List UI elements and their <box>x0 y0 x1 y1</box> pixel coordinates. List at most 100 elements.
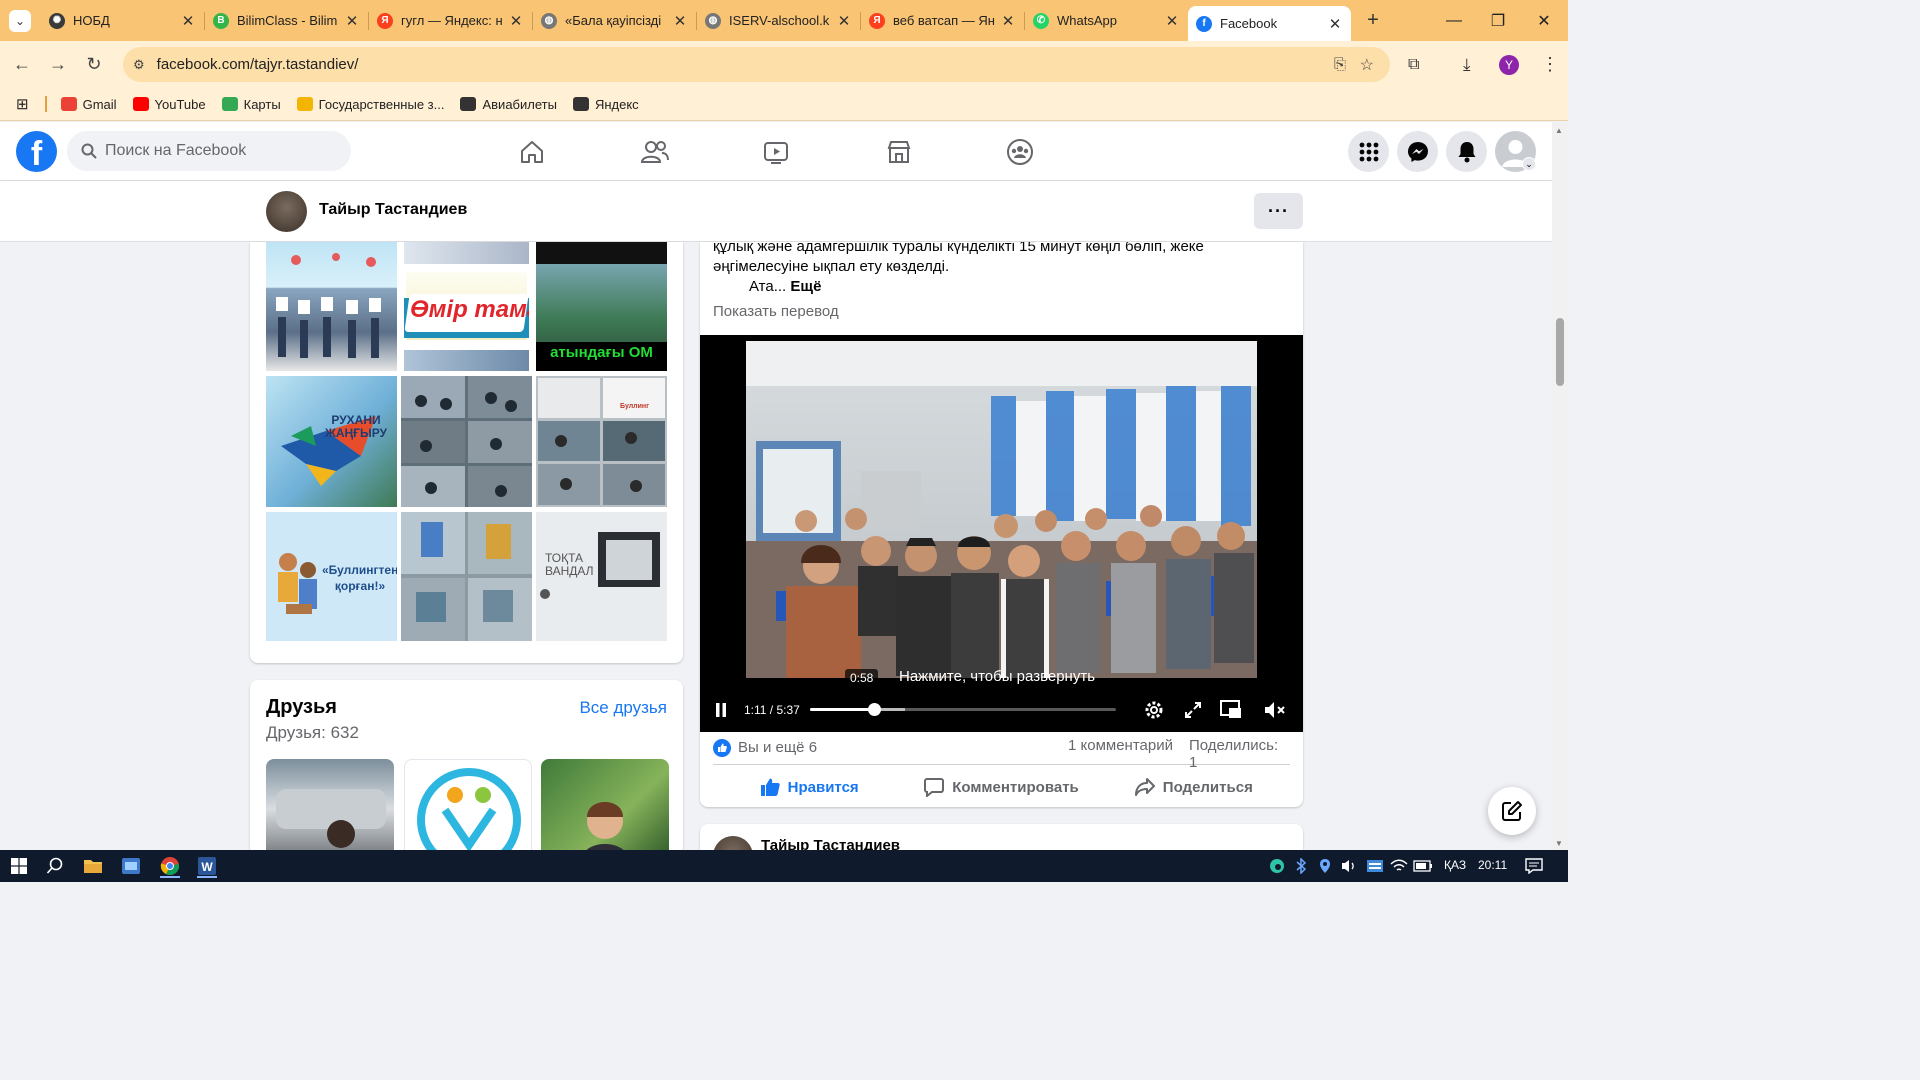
photo-classroom-collage[interactable] <box>401 376 532 507</box>
tab-close-icon[interactable]: ✕ <box>672 12 688 30</box>
word-taskbar-icon[interactable]: W <box>194 854 220 878</box>
profile-avatar[interactable]: Y <box>1499 54 1519 75</box>
extensions-icon[interactable]: ⧉ <box>1408 56 1419 74</box>
windows-start-icon[interactable] <box>6 854 32 878</box>
tab-close-icon[interactable]: ✕ <box>1164 12 1180 30</box>
chrome-taskbar-icon[interactable] <box>157 854 183 878</box>
photo-class-group[interactable] <box>266 242 397 371</box>
taskbar-search-icon[interactable] <box>42 854 68 878</box>
apps-grid-icon[interactable]: ⊞ <box>16 95 29 113</box>
bookmark-item[interactable]: Gmail <box>60 97 117 112</box>
shares-count[interactable]: Поделились: 1 <box>1189 737 1290 771</box>
wifi-icon[interactable] <box>1386 854 1412 878</box>
like-button[interactable]: Нравится <box>713 770 905 804</box>
account-chevron-down-icon[interactable]: ⌄ <box>1522 157 1536 171</box>
friend-photo-3[interactable] <box>541 759 669 855</box>
friend-photo-2[interactable] <box>404 759 532 855</box>
clock[interactable]: 20:11 <box>1478 858 1507 872</box>
back-icon[interactable]: ← <box>4 54 40 75</box>
comment-button[interactable]: Комментировать <box>905 770 1097 804</box>
video-progress-bar[interactable] <box>810 703 1116 716</box>
all-friends-link[interactable]: Все друзья <box>579 698 667 718</box>
video-expand-hint[interactable]: Нажмите, чтобы развернуть <box>899 668 1095 685</box>
bookmark-item[interactable]: Карты <box>221 97 281 112</box>
fullscreen-icon[interactable] <box>1184 701 1202 719</box>
tab-search-button[interactable]: ⌄ <box>9 9 31 32</box>
bluetooth-icon[interactable] <box>1288 854 1314 878</box>
notification-center-icon[interactable] <box>1521 854 1547 878</box>
close-window-button[interactable]: ✕ <box>1520 0 1568 41</box>
reload-icon[interactable]: ↻ <box>76 54 112 75</box>
browser-menu-icon[interactable]: ⋮ <box>1541 54 1559 75</box>
browser-tab[interactable]: ✺ НОБД ✕ <box>41 6 204 36</box>
video-player[interactable]: 0:58 Нажмите, чтобы развернуть 1:11 / 5:… <box>700 335 1303 732</box>
tab-close-icon[interactable]: ✕ <box>1000 12 1016 30</box>
share-button[interactable]: Поделиться <box>1098 770 1290 804</box>
video-frame[interactable] <box>746 341 1257 678</box>
comments-count[interactable]: 1 комментарий <box>1068 737 1173 754</box>
photo-school-corridor[interactable] <box>401 512 532 641</box>
profile-name[interactable]: Тайыр Тастандиев <box>319 201 467 219</box>
browser-tab[interactable]: ◍ ISERV-alschool.k ✕ <box>697 6 860 36</box>
volume-icon[interactable] <box>1336 854 1362 878</box>
facebook-logo[interactable]: f <box>16 131 57 172</box>
photo-omir-tamasha[interactable]: Өмір тамаша! <box>404 242 529 371</box>
photo-bulling-collage[interactable]: Буллинг <box>536 376 667 507</box>
install-app-icon[interactable]: ⎘ <box>1334 56 1346 73</box>
pause-icon[interactable] <box>715 703 727 717</box>
battery-icon[interactable] <box>1410 854 1436 878</box>
groups-icon[interactable] <box>1000 132 1040 172</box>
friends-icon[interactable] <box>635 132 675 172</box>
notifications-icon[interactable] <box>1446 131 1487 172</box>
browser-tab[interactable]: ✆ WhatsApp ✕ <box>1025 6 1188 36</box>
video-progress-knob[interactable] <box>868 703 882 716</box>
photo-bullingten-korgan[interactable]: «Буллингтен қорған!» <box>266 512 397 641</box>
url-text[interactable]: facebook.com/tajyr.tastandiev/ <box>157 56 359 73</box>
browser-tab[interactable]: Явеб ватсап — Ян ✕ <box>861 6 1024 36</box>
reactions-count[interactable]: Вы и ещё 6 <box>738 739 817 756</box>
tab-close-icon[interactable]: ✕ <box>1327 15 1343 33</box>
browser-tab[interactable]: Ягугл — Яндекс: н ✕ <box>369 6 532 36</box>
new-message-button[interactable] <box>1488 787 1536 835</box>
bookmark-item[interactable]: Яндекс <box>572 97 639 112</box>
picture-in-picture-icon[interactable] <box>1220 700 1242 720</box>
home-icon[interactable] <box>512 132 552 172</box>
mute-icon[interactable] <box>1263 700 1287 720</box>
photo-school-om[interactable]: атындағы ОМ <box>536 242 667 371</box>
control-panel-icon[interactable] <box>118 854 144 878</box>
page-scrollbar[interactable]: ▲ ▼ <box>1552 122 1568 850</box>
scroll-down-arrow-icon[interactable]: ▼ <box>1555 839 1563 848</box>
downloads-icon[interactable]: ⤓ <box>1463 55 1471 75</box>
like-reaction-icon[interactable] <box>713 739 731 757</box>
site-info-icon[interactable]: ⚙ <box>133 57 145 73</box>
tab-close-icon[interactable]: ✕ <box>180 12 196 30</box>
menu-grid-icon[interactable] <box>1348 131 1389 172</box>
see-more-link[interactable]: Ещё <box>790 278 821 295</box>
scrollbar-thumb[interactable] <box>1556 318 1564 386</box>
messenger-icon[interactable] <box>1397 131 1438 172</box>
tab-close-icon[interactable]: ✕ <box>344 12 360 30</box>
edge-tray-icon[interactable] <box>1264 854 1290 878</box>
file-explorer-icon[interactable] <box>80 854 106 878</box>
address-bar[interactable]: ⚙ facebook.com/tajyr.tastandiev/ ⎘ ☆ <box>123 47 1390 82</box>
tab-close-icon[interactable]: ✕ <box>508 12 524 30</box>
forward-icon[interactable]: → <box>40 54 76 75</box>
browser-tab[interactable]: f Facebook ✕ <box>1188 6 1351 41</box>
bookmark-item[interactable]: Авиабилеты <box>460 97 557 112</box>
input-language[interactable]: ҚАЗ <box>1444 858 1466 872</box>
marketplace-icon[interactable] <box>879 132 919 172</box>
scroll-up-arrow-icon[interactable]: ▲ <box>1555 126 1563 135</box>
tab-close-icon[interactable]: ✕ <box>836 12 852 30</box>
show-translation-link[interactable]: Показать перевод <box>713 303 839 320</box>
minimize-button[interactable]: — <box>1430 0 1478 41</box>
maximize-button[interactable]: ❐ <box>1474 0 1522 41</box>
friend-photo-1[interactable] <box>266 759 394 855</box>
more-options-button[interactable]: ··· <box>1254 193 1303 229</box>
browser-tab[interactable]: B BilimClass - Bilim ✕ <box>205 6 368 36</box>
bookmark-star-icon[interactable]: ☆ <box>1360 55 1374 75</box>
photo-rukhani-zhangyru[interactable]: РУХАНИ ЖАҢҒЫРУ <box>266 376 397 507</box>
bookmark-item[interactable]: YouTube <box>132 97 206 112</box>
browser-tab[interactable]: ◍ «Бала қауіпсізді ✕ <box>533 6 696 36</box>
profile-avatar[interactable] <box>266 191 307 232</box>
bookmark-item[interactable]: Государственные з... <box>296 97 444 112</box>
